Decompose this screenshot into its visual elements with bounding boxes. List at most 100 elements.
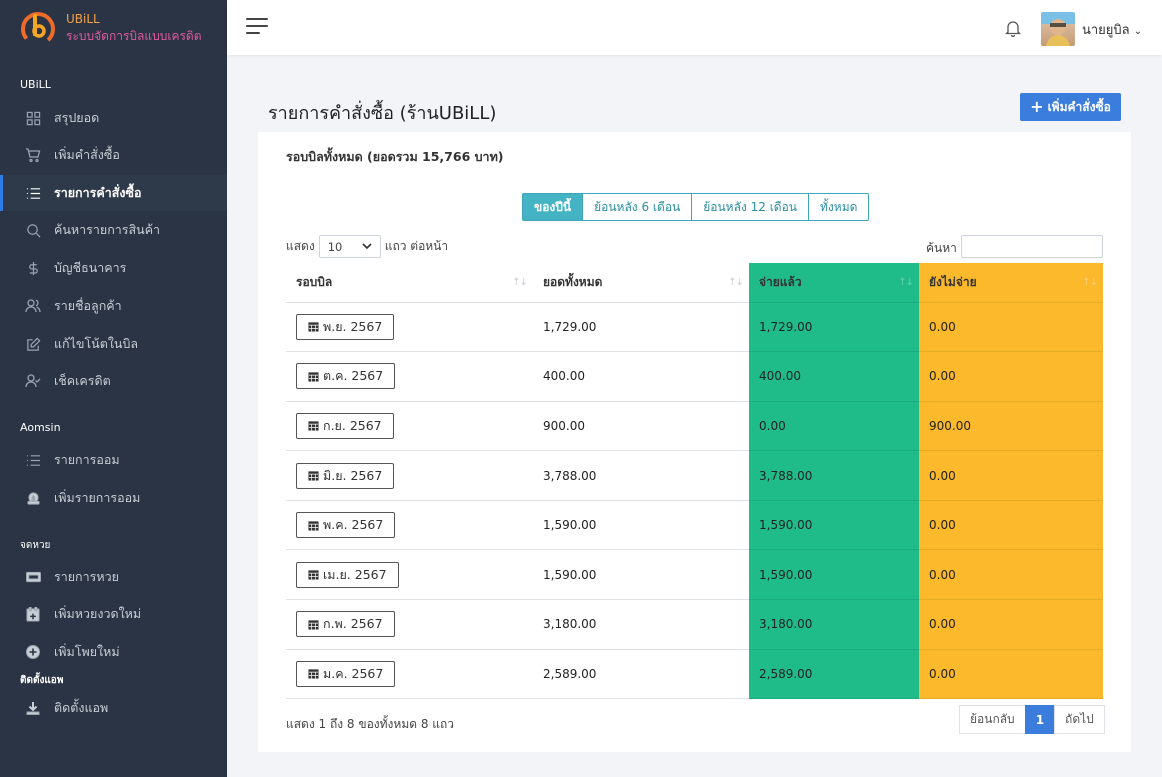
cell-total: 400.00 — [533, 351, 749, 402]
pagination: ย้อนกลับ 1 ถัดไป — [959, 705, 1105, 734]
sidebar-item-label: ค้นหารายการสินค้า — [54, 222, 161, 237]
list-icon — [25, 185, 41, 201]
page-length-value: 10 — [327, 239, 343, 254]
section-aomsin: Aomsin — [20, 421, 61, 434]
add-order-button[interactable]: + เพิ่มคำสั่งซื้อ — [1020, 93, 1121, 121]
sidebar-item-label: รายการออม — [54, 452, 120, 467]
sidebar-item-customers[interactable]: รายชื่อลูกค้า — [0, 288, 227, 324]
table-row: ก.ย. 2567 900.00 0.00 900.00 — [286, 401, 1103, 452]
page-1-button[interactable]: 1 — [1024, 705, 1056, 734]
filter-all[interactable]: ทั้งหมด — [808, 193, 870, 221]
cell-period: ก.ย. 2567 — [286, 401, 533, 452]
sort-icon: ↑↓ — [898, 277, 914, 288]
page-length-select[interactable]: 10 — [318, 235, 381, 258]
period-button[interactable]: ม.ค. 2567 — [296, 660, 396, 687]
filter-this-year[interactable]: ของปีนี้ — [522, 193, 584, 221]
period-label: เม.ย. 2567 — [323, 566, 387, 582]
cell-total: 1,590.00 — [533, 549, 749, 601]
search-input[interactable] — [961, 235, 1103, 258]
cart-icon — [25, 147, 41, 163]
table-row: ต.ค. 2567 400.00 400.00 0.00 — [286, 351, 1103, 402]
sidebar-item-edit-note[interactable]: แก้ไขโน้ตในบิล — [0, 326, 227, 362]
orders-card: รอบบิลทั้งหมด (ยอดรวม 15,766 บาท) ของปีน… — [258, 132, 1131, 752]
sidebar-item-label: รายชื่อลูกค้า — [54, 298, 122, 313]
cell-total: 3,788.00 — [533, 450, 749, 501]
period-button[interactable]: พ.ย. 2567 — [296, 313, 395, 340]
section-ubill: UBiLL — [20, 78, 51, 91]
prev-page-button[interactable]: ย้อนกลับ — [959, 705, 1026, 734]
sidebar-item-add-savings[interactable]: $ เพิ่มรายการออม — [0, 480, 227, 516]
card-header: รอบบิลทั้งหมด (ยอดรวม 15,766 บาท) — [286, 149, 504, 164]
calendar-icon — [308, 471, 319, 481]
cell-paid: 3,180.00 — [749, 599, 919, 650]
ubill-logo-icon — [20, 10, 56, 46]
column-header-total[interactable]: ยอดทั้งหมด ↑↓ — [533, 263, 749, 303]
bell-icon[interactable] — [1004, 20, 1022, 41]
next-page-button[interactable]: ถัดไป — [1054, 705, 1105, 734]
sidebar-item-summary[interactable]: สรุปยอด — [0, 100, 227, 136]
period-label: ม.ค. 2567 — [323, 665, 384, 681]
cell-unpaid: 0.00 — [919, 302, 1103, 353]
sidebar-item-install-app[interactable]: ติดตั้งแอพ — [0, 690, 227, 726]
section-install-app: ติดตั้งแอพ — [20, 675, 64, 686]
period-button[interactable]: เม.ย. 2567 — [296, 561, 399, 588]
calendar-icon — [308, 421, 319, 432]
cell-period: ก.พ. 2567 — [286, 599, 533, 650]
sidebar-item-savings-list[interactable]: รายการออม — [0, 442, 227, 478]
sidebar-item-bank-accounts[interactable]: บัญชีธนาคาร — [0, 250, 227, 286]
avatar[interactable] — [1041, 12, 1075, 46]
sort-icon: ↑↓ — [1082, 277, 1098, 288]
sidebar-item-add-slip[interactable]: เพิ่มโพยใหม่ — [0, 634, 227, 670]
period-label: พ.ย. 2567 — [323, 318, 383, 334]
sidebar-item-label: เพิ่มหวยงวดใหม่ — [54, 606, 142, 621]
cell-unpaid: 900.00 — [919, 401, 1103, 452]
sort-icon: ↑↓ — [512, 277, 528, 288]
calendar-icon — [308, 372, 319, 382]
sidebar-item-add-order[interactable]: เพิ่มคำสั่งซื้อ — [0, 137, 227, 173]
brand-name: UBiLL — [66, 11, 100, 26]
length-suffix: แถว ต่อหน้า — [384, 239, 449, 253]
sidebar-item-label: เพิ่มคำสั่งซื้อ — [54, 147, 120, 162]
sidebar-item-check-credit[interactable]: เช็คเครดิต — [0, 363, 227, 399]
username: นายยูบิล — [1082, 23, 1130, 38]
list-icon — [25, 452, 41, 468]
period-button[interactable]: พ.ค. 2567 — [296, 512, 396, 539]
sidebar-item-order-list[interactable]: รายการคำสั่งซื้อ — [0, 175, 227, 211]
plus-circle-icon — [25, 644, 41, 660]
period-button[interactable]: ก.ย. 2567 — [296, 412, 394, 439]
cell-paid: 0.00 — [749, 401, 919, 452]
period-button[interactable]: ต.ค. 2567 — [296, 363, 396, 390]
filter-6-months[interactable]: ย้อนหลัง 6 เดือน — [582, 193, 693, 221]
chevron-down-icon — [362, 243, 372, 250]
sidebar-item-add-lottery-round[interactable]: เพิ่มหวยงวดใหม่ — [0, 596, 227, 632]
sidebar-item-search-products[interactable]: ค้นหารายการสินค้า — [0, 212, 227, 248]
period-label: พ.ค. 2567 — [323, 517, 384, 533]
sidebar-item-label: เช็คเครดิต — [54, 373, 111, 388]
cell-period: เม.ย. 2567 — [286, 549, 533, 601]
menu-toggle-icon[interactable] — [246, 18, 268, 36]
cell-period: มิ.ย. 2567 — [286, 450, 533, 501]
svg-text:$: $ — [31, 494, 35, 502]
calendar-icon — [308, 620, 319, 630]
dollar-icon — [25, 260, 41, 276]
column-header-period[interactable]: รอบบิล ↑↓ — [286, 263, 533, 303]
cell-paid: 3,788.00 — [749, 450, 919, 501]
column-header-unpaid[interactable]: ยังไม่จ่าย ↑↓ — [919, 263, 1103, 303]
cell-unpaid: 0.00 — [919, 649, 1103, 700]
sidebar-item-label: รายการหวย — [54, 569, 119, 584]
period-button[interactable]: มิ.ย. 2567 — [296, 462, 395, 489]
user-menu[interactable]: นายยูบิล ⌄ — [1082, 19, 1142, 40]
cell-unpaid: 0.00 — [919, 500, 1103, 551]
sidebar: UBiLL ระบบจัดการบิลแบบเครดิต UBiLL สรุปย… — [0, 0, 227, 777]
brand[interactable]: UBiLL ระบบจัดการบิลแบบเครดิต — [0, 0, 227, 55]
period-button[interactable]: ก.พ. 2567 — [296, 611, 395, 638]
orders-table: รอบบิล ↑↓ ยอดทั้งหมด ↑↓ จ่ายแล้ว ↑↓ ยังไม่จ… — [286, 263, 1103, 700]
sidebar-item-lottery-list[interactable]: รายการหวย — [0, 559, 227, 595]
sidebar-item-label: สรุปยอด — [54, 110, 100, 125]
cell-paid: 400.00 — [749, 351, 919, 402]
cell-total: 3,180.00 — [533, 599, 749, 650]
sidebar-item-label: เพิ่มรายการออม — [54, 490, 141, 505]
filter-12-months[interactable]: ย้อนหลัง 12 เดือน — [691, 193, 810, 221]
grid-icon — [25, 110, 41, 126]
column-header-paid[interactable]: จ่ายแล้ว ↑↓ — [749, 263, 919, 303]
